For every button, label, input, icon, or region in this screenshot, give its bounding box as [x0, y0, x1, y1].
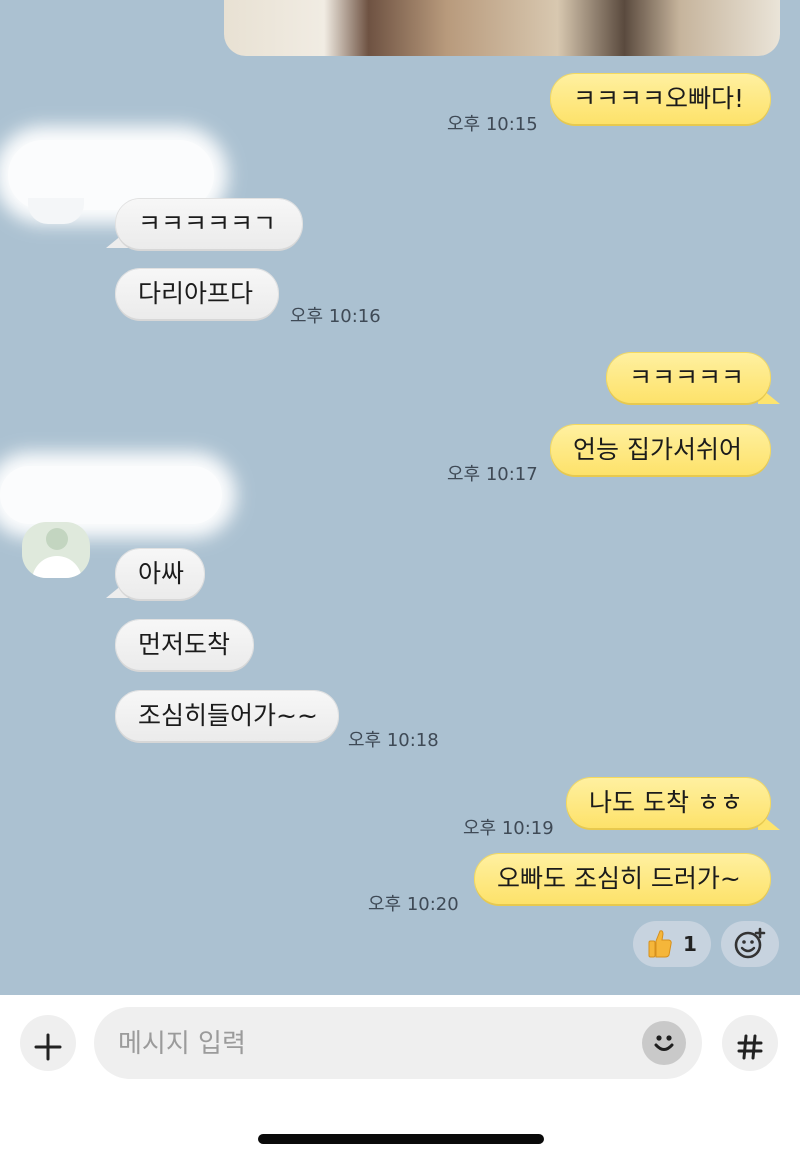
- message-bubble-out[interactable]: 오빠도 조심히 드러가~: [475, 854, 770, 904]
- message-bubble-in[interactable]: ㅋㅋㅋㅋㅋㄱ: [116, 199, 302, 249]
- timestamp: 오후 10:15: [447, 114, 538, 135]
- message-bubble-in[interactable]: 먼저도착: [116, 620, 253, 670]
- message-input[interactable]: [116, 1025, 620, 1063]
- message-input-container[interactable]: [94, 1007, 702, 1079]
- home-indicator[interactable]: [258, 1134, 544, 1144]
- shared-photo[interactable]: [224, 0, 780, 56]
- thumbs-up-icon: [647, 929, 673, 959]
- timestamp: 오후 10:18: [348, 730, 439, 751]
- message-bubble-out[interactable]: 나도 도착 ㅎㅎ: [567, 778, 770, 828]
- add-button[interactable]: [20, 1015, 76, 1071]
- timestamp: 오후 10:16: [290, 306, 381, 327]
- message-bubble-in[interactable]: 다리아프다: [116, 269, 278, 319]
- avatar-partial[interactable]: [28, 198, 84, 224]
- timestamp: 오후 10:19: [463, 818, 554, 839]
- redacted-name-2: [0, 466, 222, 524]
- message-bubble-out[interactable]: ㅋㅋㅋㅋㅋ: [607, 353, 770, 403]
- message-bubble-in[interactable]: 조심히들어가~~: [116, 691, 338, 741]
- chat-area[interactable]: ㅋㅋㅋㅋ오빠다! 오후 10:15 ㅋㅋㅋㅋㅋㄱ 다리아프다 오후 10:16 …: [0, 0, 800, 995]
- message-bubble-out[interactable]: ㅋㅋㅋㅋ오빠다!: [551, 74, 770, 124]
- reaction-count: 1: [683, 932, 697, 956]
- reaction-badge[interactable]: 1: [633, 921, 711, 967]
- avatar[interactable]: [22, 522, 90, 578]
- message-bubble-out[interactable]: 언능 집가서쉬어: [551, 425, 770, 475]
- smiley-icon: [650, 1029, 678, 1057]
- add-reaction-button[interactable]: [721, 921, 779, 967]
- emoji-button[interactable]: [642, 1021, 686, 1065]
- hashtag-button[interactable]: [722, 1015, 778, 1071]
- timestamp: 오후 10:17: [447, 464, 538, 485]
- timestamp: 오후 10:20: [368, 894, 459, 915]
- plus-icon: [34, 1029, 62, 1061]
- message-bubble-in[interactable]: 아싸: [116, 549, 204, 599]
- hashtag-icon: [736, 1029, 764, 1060]
- add-reaction-icon: [733, 927, 767, 961]
